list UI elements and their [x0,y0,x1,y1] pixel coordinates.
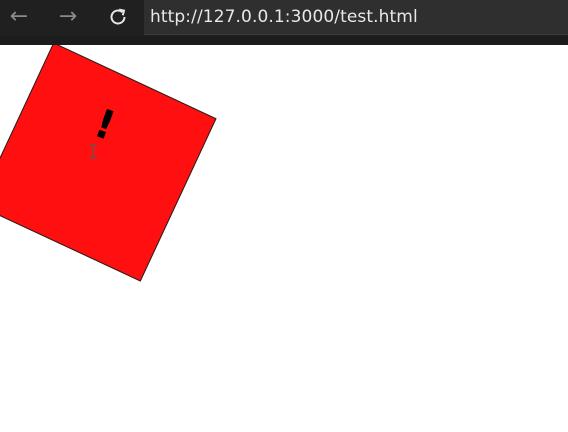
address-bar[interactable]: http://127.0.0.1:3000/test.html [144,0,568,35]
text-cursor-icon [90,144,97,159]
forward-button[interactable]: → [52,2,84,32]
arrow-right-icon: → [58,4,78,29]
url-text: http://127.0.0.1:3000/test.html [150,7,418,27]
rotated-red-box[interactable] [0,45,217,282]
page-viewport: ! [0,45,568,432]
arrow-left-icon: ← [9,4,29,29]
toolbar-divider [0,36,568,45]
reload-button[interactable] [102,2,134,32]
reload-icon [110,8,126,25]
browser-toolbar: ← → http://127.0.0.1:3000/test.html [0,0,568,36]
back-button[interactable]: ← [3,2,35,32]
